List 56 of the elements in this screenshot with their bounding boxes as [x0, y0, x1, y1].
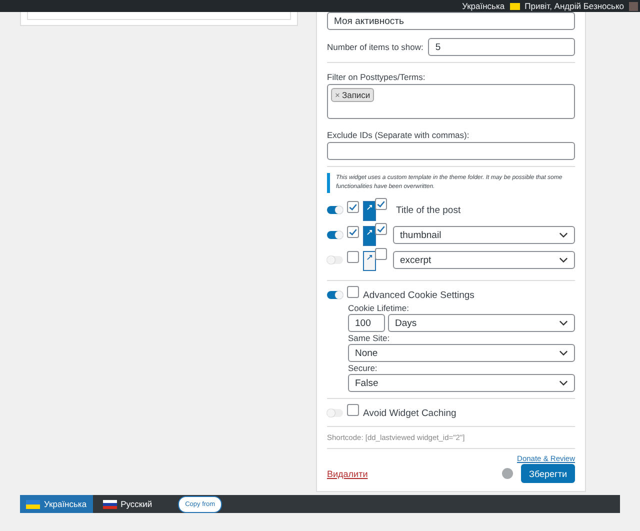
chevron-icon — [559, 350, 568, 356]
cookie-settings-label: Advanced Cookie Settings — [363, 290, 474, 300]
chevron-icon — [559, 320, 568, 326]
avatar — [629, 2, 638, 10]
language-label[interactable]: Українська — [462, 1, 505, 11]
flag-icon — [102, 500, 117, 508]
checkbox[interactable] — [375, 248, 387, 260]
field-select[interactable]: thumbnail — [393, 226, 575, 244]
same-site-label: Same Site: — [348, 332, 391, 344]
checkbox[interactable] — [347, 201, 359, 213]
toggle-switch[interactable] — [327, 291, 343, 299]
checkbox[interactable] — [347, 404, 359, 416]
language-label: Українська — [44, 499, 87, 509]
title-field[interactable]: Моя активность — [327, 12, 575, 30]
same-site-select[interactable]: None — [348, 344, 575, 362]
exclude-label: Exclude IDs (Separate with commas): — [327, 129, 470, 141]
checkbox[interactable] — [375, 198, 387, 210]
field-select[interactable]: excerpt — [393, 251, 575, 269]
flag-icon — [26, 500, 40, 508]
delete-link[interactable]: Видалити — [327, 468, 502, 478]
flag-icon — [510, 2, 520, 10]
language-tab[interactable]: Русский — [96, 495, 158, 513]
spinner-icon — [502, 468, 514, 479]
filter-label: Filter on Posttypes/Terms: — [327, 71, 426, 83]
unit-select[interactable]: Days — [388, 314, 575, 332]
items-field[interactable]: 5 — [428, 38, 575, 56]
secure-label: Secure: — [348, 362, 378, 374]
language-label: Русский — [120, 499, 152, 509]
save-button[interactable]: Зберегти — [521, 464, 575, 483]
chevron-icon — [559, 232, 568, 238]
tag-remove[interactable]: × — [335, 90, 340, 100]
checkbox[interactable] — [347, 226, 359, 238]
link-icon[interactable] — [363, 251, 376, 271]
greeting-text[interactable]: Привіт, Андрій Безносько — [524, 1, 624, 11]
toggle-switch[interactable] — [327, 231, 343, 239]
toggle-switch[interactable] — [327, 256, 343, 264]
tag-label: Записи — [342, 90, 370, 100]
toggle-switch[interactable] — [327, 409, 343, 417]
link-icon[interactable] — [363, 226, 376, 246]
link-icon[interactable] — [363, 201, 376, 221]
chevron-icon — [559, 380, 568, 386]
chevron-icon — [559, 257, 568, 263]
checkbox[interactable] — [347, 286, 359, 298]
checkbox[interactable] — [375, 223, 387, 235]
field-label: Title of the post — [396, 204, 461, 216]
checkbox[interactable] — [347, 251, 359, 263]
language-tab[interactable]: Українська — [20, 495, 93, 513]
toggle-switch[interactable] — [327, 206, 343, 214]
filter-tag[interactable]: × Записи — [331, 88, 374, 102]
exclude-field[interactable] — [327, 142, 575, 160]
filter-field[interactable]: × Записи — [327, 84, 575, 119]
items-label: Number of items to show: — [327, 41, 424, 53]
lifetime-label: Cookie Lifetime: — [348, 302, 410, 314]
secure-select[interactable]: False — [348, 374, 575, 392]
caching-label: Avoid Widget Caching — [363, 408, 456, 418]
lifetime-field[interactable]: 100 — [348, 314, 385, 332]
